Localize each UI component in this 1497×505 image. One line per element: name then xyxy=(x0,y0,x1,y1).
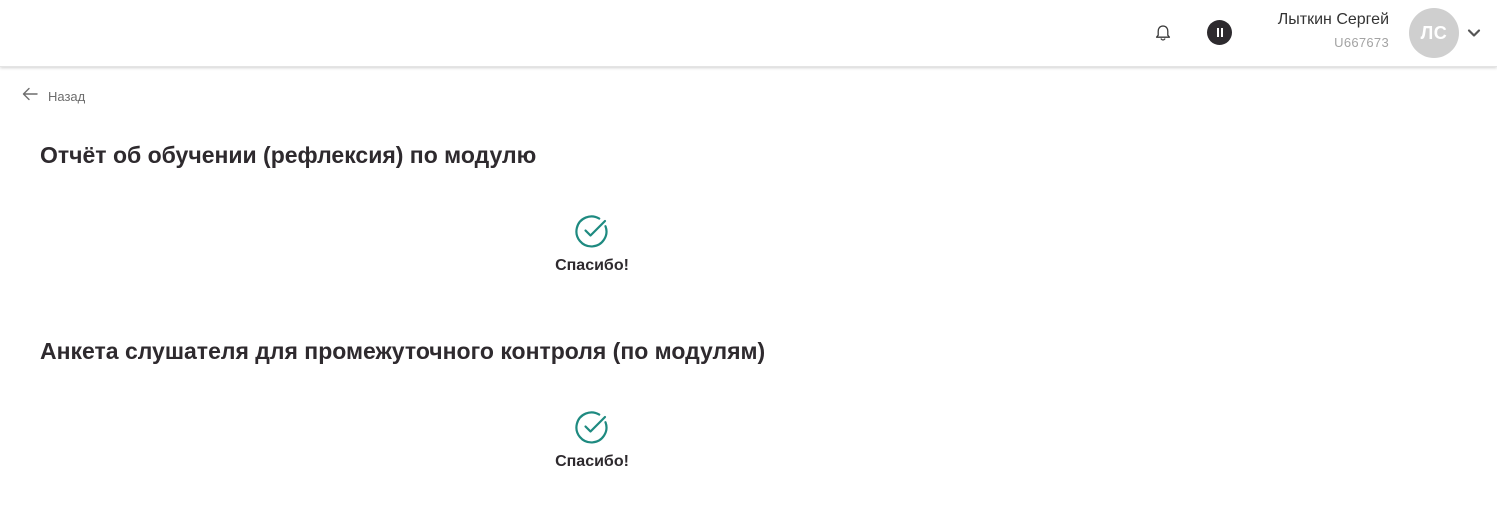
success-message: Спасибо! xyxy=(532,213,652,275)
check-circle-icon xyxy=(532,213,652,249)
user-info[interactable]: Лыткин Сергей U667673 xyxy=(1278,10,1389,51)
thanks-text: Спасибо! xyxy=(555,257,629,274)
back-label: Назад xyxy=(48,88,86,104)
chevron-down-icon[interactable] xyxy=(1466,26,1482,38)
avatar[interactable]: ЛС xyxy=(1409,8,1459,58)
top-bar: Лыткин Сергей U667673 ЛС xyxy=(0,0,1497,67)
back-link[interactable]: Назад xyxy=(21,86,85,106)
bell-icon[interactable] xyxy=(1153,23,1173,43)
user-id: U667673 xyxy=(1334,35,1389,50)
pause-icon[interactable] xyxy=(1207,20,1232,45)
section-title-reflection: Отчёт об обучении (рефлексия) по модулю xyxy=(40,142,537,168)
section-title-survey: Анкета слушателя для промежуточного конт… xyxy=(40,338,766,364)
check-circle-icon xyxy=(532,409,652,445)
user-name: Лыткин Сергей xyxy=(1277,11,1389,28)
success-message: Спасибо! xyxy=(532,409,652,471)
arrow-left-icon xyxy=(21,85,39,108)
thanks-text: Спасибо! xyxy=(555,453,629,470)
